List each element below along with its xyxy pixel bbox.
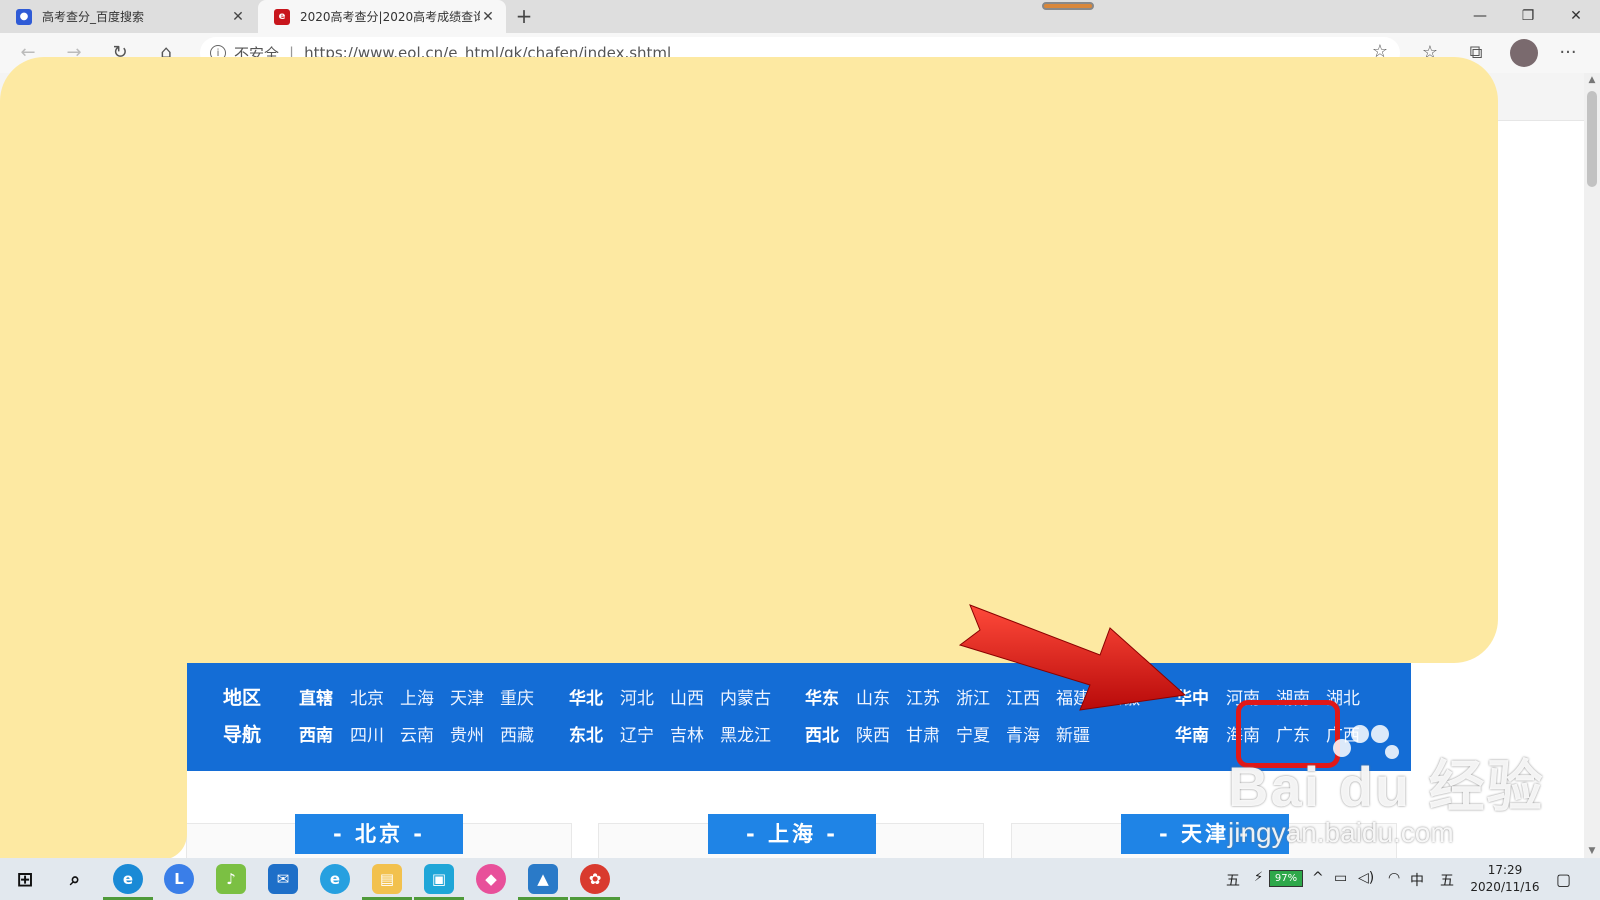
app-store-icon[interactable]: ▣: [424, 864, 454, 894]
province-link[interactable]: 黑龙江: [720, 721, 771, 746]
edge-icon[interactable]: e: [113, 864, 143, 894]
watermark-logo: Bai du 经验: [1228, 755, 1545, 818]
province-link[interactable]: 四川: [350, 721, 384, 746]
red-pointer-arrow-icon: [958, 604, 1187, 711]
windows-start-icon[interactable]: ⊞: [10, 864, 40, 894]
scroll-down-icon[interactable]: ▼: [1584, 846, 1600, 856]
region-nav-title: 导航: [223, 724, 262, 746]
province-link[interactable]: 贵州: [450, 721, 484, 746]
province-link[interactable]: 陕西: [856, 721, 890, 746]
province-link[interactable]: 内蒙古: [720, 684, 771, 709]
restore-button[interactable]: ❐: [1508, 4, 1548, 28]
show-hidden-icons-icon[interactable]: ^: [1312, 870, 1324, 886]
annotation-mask: [0, 57, 1498, 663]
clock-time: 17:29: [1487, 863, 1523, 877]
province-link[interactable]: 吉林: [670, 721, 704, 746]
group-zhixia: 直辖: [299, 689, 333, 709]
province-link[interactable]: 上海: [400, 684, 434, 709]
province-link[interactable]: 西藏: [500, 721, 534, 746]
ime-indicator[interactable]: 五: [1226, 870, 1240, 890]
province-link[interactable]: 甘肃: [906, 721, 940, 746]
ie-icon[interactable]: e: [320, 864, 350, 894]
section-tab-beijing[interactable]: - 北京 -: [295, 814, 463, 854]
close-tab-icon[interactable]: ✕: [480, 9, 496, 25]
province-link[interactable]: 江苏: [906, 684, 940, 709]
browser-tab-baidu[interactable]: ● 高考查分_百度搜索 ✕: [0, 0, 256, 33]
group-xibei: 西北: [805, 726, 839, 746]
group-huadong: 华东: [805, 689, 839, 709]
mail-icon[interactable]: ✉: [268, 864, 298, 894]
browser-tab-eol[interactable]: e 2020高考查分|2020高考成绩查询 ✕: [258, 0, 506, 33]
province-link[interactable]: 河北: [620, 684, 654, 709]
ime-mode-indicator[interactable]: 五: [1440, 870, 1454, 890]
lark-icon[interactable]: L: [164, 864, 194, 894]
scroll-thumb[interactable]: [1587, 91, 1597, 187]
province-link[interactable]: 山西: [670, 684, 704, 709]
scroll-up-icon[interactable]: ▲: [1584, 75, 1600, 85]
province-link[interactable]: 北京: [350, 684, 384, 709]
file-explorer-icon[interactable]: ▤: [372, 864, 402, 894]
group-xinan: 西南: [299, 726, 333, 746]
volume-icon[interactable]: ◁): [1358, 870, 1374, 886]
search-icon[interactable]: ⌕: [60, 864, 90, 894]
more-menu-icon[interactable]: ···: [1556, 41, 1580, 65]
windows-taskbar: ⊞ ⌕ e L ♪ ✉ e ▤ ▣ ◆ ▲ ✿ 五 ⚡ 97% ^ ▭ ◁) ◠…: [0, 858, 1600, 900]
browser-tabstrip: ● 高考查分_百度搜索 ✕ e 2020高考查分|2020高考成绩查询 ✕ + …: [0, 0, 1600, 33]
baidu-jingyan-watermark: Bai du 经验 jingyan.baidu.com: [1228, 742, 1545, 849]
group-huabei: 华北: [569, 689, 603, 709]
group-huanan: 华南: [1175, 726, 1209, 746]
annotation-mask-left: [0, 600, 187, 860]
paint-icon[interactable]: ◆: [476, 864, 506, 894]
notification-center-icon[interactable]: ▢: [1556, 870, 1571, 889]
window-drag-handle[interactable]: [1042, 2, 1094, 10]
wifi-icon[interactable]: ◠: [1388, 870, 1400, 886]
photos-icon[interactable]: ▲: [528, 864, 558, 894]
language-indicator[interactable]: 中: [1410, 870, 1424, 890]
province-link[interactable]: 辽宁: [620, 721, 654, 746]
battery-icon[interactable]: ▭: [1334, 870, 1347, 886]
close-window-button[interactable]: ✕: [1556, 4, 1596, 28]
tab-title: 2020高考查分|2020高考成绩查询: [300, 10, 480, 24]
eol-logo-icon: e: [274, 8, 290, 25]
baidu-paw-icon: ●: [16, 8, 32, 25]
tab-title: 高考查分_百度搜索: [42, 10, 145, 24]
clock-date: 2020/11/16: [1470, 880, 1540, 894]
wechat-icon[interactable]: ♪: [216, 864, 246, 894]
section-tab-shanghai[interactable]: - 上海 -: [708, 814, 876, 854]
new-tab-button[interactable]: +: [512, 4, 536, 28]
charging-icon: ⚡: [1254, 870, 1264, 885]
province-link[interactable]: 山东: [856, 684, 890, 709]
region-nav-title: 地区: [223, 687, 262, 709]
province-link[interactable]: 青海: [1006, 721, 1040, 746]
province-link[interactable]: 重庆: [500, 684, 534, 709]
province-link[interactable]: 云南: [400, 721, 434, 746]
close-tab-icon[interactable]: ✕: [230, 9, 246, 25]
taskbar-clock[interactable]: 17:29 2020/11/16: [1468, 862, 1542, 896]
tool-icon[interactable]: ✿: [580, 864, 610, 894]
province-link[interactable]: 新疆: [1056, 721, 1090, 746]
profile-avatar[interactable]: [1510, 39, 1538, 67]
group-dongbei: 东北: [569, 726, 603, 746]
page-scrollbar[interactable]: ▲ ▼: [1584, 73, 1600, 858]
province-link[interactable]: 天津: [450, 684, 484, 709]
battery-indicator[interactable]: 97%: [1269, 870, 1303, 887]
minimize-button[interactable]: —: [1460, 4, 1500, 28]
province-link[interactable]: 宁夏: [956, 721, 990, 746]
